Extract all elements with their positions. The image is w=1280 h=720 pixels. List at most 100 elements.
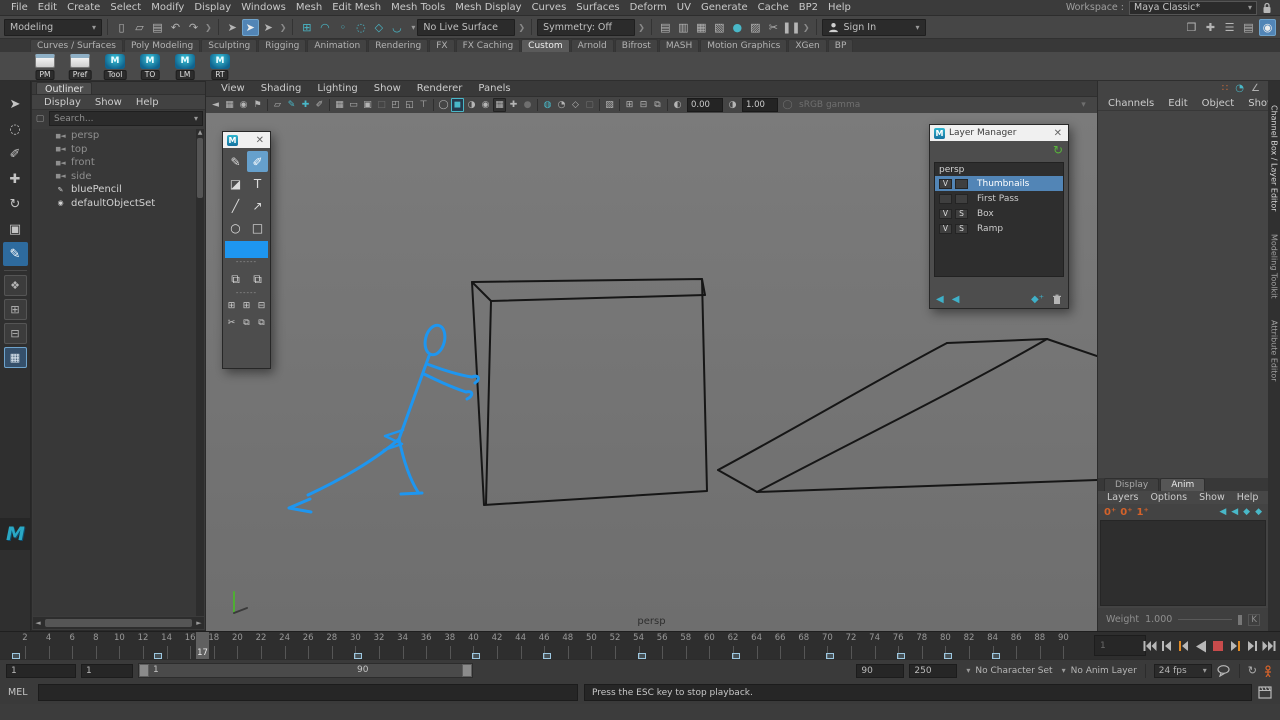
viewport-menu-shading[interactable]: Shading	[254, 83, 309, 94]
lock-camera-icon[interactable]: ▦	[223, 98, 236, 112]
exposure-field[interactable]: 0.00	[687, 98, 723, 112]
shelf-tab-arnold[interactable]: Arnold	[571, 39, 614, 52]
side-tab-attribute-editor[interactable]: Attribute Editor	[1270, 320, 1279, 382]
bookmarks-icon[interactable]: ⚑	[251, 98, 264, 112]
close-icon[interactable]: ✕	[1054, 128, 1064, 139]
menu-set-dropdown[interactable]: Modeling ▾	[4, 19, 102, 36]
use-all-lights-icon[interactable]: ◉	[479, 98, 492, 112]
shelf-item-rt[interactable]: MRT	[205, 53, 235, 80]
viewport-menu-renderer[interactable]: Renderer	[410, 83, 470, 94]
timeline-current-field[interactable]: 1	[1094, 635, 1146, 656]
range-end-handle[interactable]	[462, 664, 472, 677]
textured-checker-icon[interactable]: ▦	[493, 98, 506, 112]
isolate-select-icon[interactable]: ▧	[603, 98, 616, 112]
select-tool[interactable]: ➤	[3, 92, 28, 116]
step-back-frame-button[interactable]	[1159, 636, 1175, 656]
move-layer-down-icon[interactable]: ◀	[1231, 507, 1238, 517]
empty-anim-layer-icon[interactable]: ◆	[1243, 507, 1250, 517]
shelf-tab-fx[interactable]: FX	[429, 39, 454, 52]
menu-uv[interactable]: UV	[672, 2, 696, 13]
open-scene-icon[interactable]: ▱	[131, 19, 148, 36]
go-to-end-button[interactable]	[1261, 636, 1277, 656]
step-forward-key-button[interactable]	[1227, 636, 1243, 656]
scroll-right-icon[interactable]: ►	[194, 619, 204, 627]
script-editor-icon[interactable]	[1258, 686, 1272, 699]
shelf-tab-fx-caching[interactable]: FX Caching	[456, 39, 521, 52]
lasso-select-tool[interactable]: ◌	[3, 117, 28, 141]
select-object-icon[interactable]: ➤	[242, 19, 259, 36]
timeline-track[interactable]: 2468101214161820222426283032343638404244…	[0, 632, 1092, 660]
character-controls-icon[interactable]: ✚	[1202, 19, 1219, 36]
menu-mesh-display[interactable]: Mesh Display	[450, 2, 526, 13]
visibility-checkbox[interactable]: V	[939, 224, 952, 234]
xray-joints-icon[interactable]: ◔	[555, 98, 568, 112]
snap-projected-center-icon[interactable]: ◌	[352, 19, 369, 36]
shelf-tab-bp[interactable]: BP	[828, 39, 854, 52]
fps-dropdown[interactable]: 24 fps ▾	[1154, 664, 1212, 678]
eraser-tool[interactable]: ◪	[225, 173, 246, 194]
playback-speed-bubble-icon[interactable]	[1217, 665, 1231, 677]
plugin-display-icon[interactable]: ▢	[583, 98, 596, 112]
step-forward-frame-button[interactable]	[1244, 636, 1260, 656]
menu-display[interactable]: Display	[189, 2, 236, 13]
render-view-icon[interactable]: ●	[729, 19, 746, 36]
single-pane-layout[interactable]: ❖	[4, 275, 27, 296]
animation-end-field[interactable]: 250	[909, 664, 957, 678]
layer-manager-titlebar[interactable]: M Layer Manager ✕	[930, 125, 1068, 141]
stop-playback-button[interactable]	[1210, 636, 1226, 656]
ipr-render-icon[interactable]: ▧	[711, 19, 728, 36]
render-sequence-icon[interactable]: ▦	[693, 19, 710, 36]
menu-mesh-tools[interactable]: Mesh Tools	[386, 2, 450, 13]
shelf-item-to[interactable]: MTO	[135, 53, 165, 80]
paint-select-tool[interactable]: ✐	[3, 142, 28, 166]
weight-value[interactable]: 1.000	[1145, 614, 1172, 625]
menu-edit[interactable]: Edit	[33, 2, 62, 13]
visibility-checkbox[interactable]	[939, 194, 952, 204]
outliner-item-top[interactable]: ◼◄top	[33, 143, 196, 157]
scale-tool[interactable]: ▣	[3, 217, 28, 241]
modeling-toolkit-icon[interactable]: ❒	[1183, 19, 1200, 36]
graph-icon[interactable]: ∠	[1251, 83, 1260, 94]
symmetry-field[interactable]: Symmetry: Off	[537, 19, 635, 36]
merge-layer-up-icon[interactable]: ◀	[936, 294, 944, 305]
viewport-menu-lighting[interactable]: Lighting	[310, 83, 364, 94]
grid-icon[interactable]: ▦	[333, 98, 346, 112]
bluepencil-tool[interactable]: ✎	[3, 242, 28, 266]
add-layer-icon[interactable]: ◆⁺	[1031, 294, 1044, 305]
layer-editor-tab-anim[interactable]: Anim	[1160, 478, 1205, 491]
resolution-gate-icon[interactable]: ▣	[361, 98, 374, 112]
outliner-item-front[interactable]: ◼◄front	[33, 156, 196, 170]
create-override-layer-icon[interactable]: 1⁺	[1137, 507, 1149, 518]
outliner-item-side[interactable]: ◼◄side	[33, 170, 196, 184]
filter-icon[interactable]: ▢	[34, 114, 46, 124]
textured-icon[interactable]: ◑	[465, 98, 478, 112]
gate-mask-icon[interactable]: □	[375, 98, 388, 112]
film-gate-icon[interactable]: ▭	[347, 98, 360, 112]
greasepencil-icon[interactable]: ✐	[313, 98, 326, 112]
playback-start-field[interactable]: 1	[81, 664, 133, 678]
select-hierarchy-icon[interactable]: ➤	[224, 19, 241, 36]
renderer-menu-caret[interactable]: ▾	[1077, 98, 1090, 112]
insert-frame-icon[interactable]: ⊞	[240, 299, 253, 312]
pencil-tool[interactable]: ✎	[225, 151, 246, 172]
refresh-icon[interactable]: ↻	[1053, 143, 1063, 157]
four-pane-layout[interactable]: ⊞	[4, 299, 27, 320]
solo-checkbox[interactable]: S	[955, 224, 968, 234]
channelbox-menu-edit[interactable]: Edit	[1162, 98, 1193, 109]
scroll-up-icon[interactable]: ▲	[196, 129, 204, 137]
outliner-hscrollbar[interactable]: ◄ ►	[33, 617, 204, 629]
duplicate-frame-before-icon[interactable]: ⧉	[225, 269, 246, 290]
menu-file[interactable]: File	[6, 2, 33, 13]
outliner-menu-display[interactable]: Display	[38, 97, 87, 108]
anim-layer-list[interactable]	[1100, 520, 1266, 606]
select-component-icon[interactable]: ➤	[260, 19, 277, 36]
shelf-item-pref[interactable]: Pref	[65, 53, 95, 80]
viewport-canvas[interactable]: persp M ✕ ✎✐◪T╱↗○□ ------ ⧉⧉ ------ ⊞⊞⊟ …	[206, 113, 1097, 631]
gamma-icon[interactable]: ◑	[726, 98, 739, 112]
duplicate-frame-after-icon[interactable]: ⧉	[247, 269, 268, 290]
shelf-tab-custom[interactable]: Custom	[521, 39, 569, 52]
new-scene-icon[interactable]: ▯	[113, 19, 130, 36]
snap-point-icon[interactable]: ◦	[334, 19, 351, 36]
anim-preferences-icon[interactable]: ↻	[1248, 664, 1257, 677]
create-layer-from-selected-icon[interactable]: 0⁺	[1120, 507, 1132, 518]
